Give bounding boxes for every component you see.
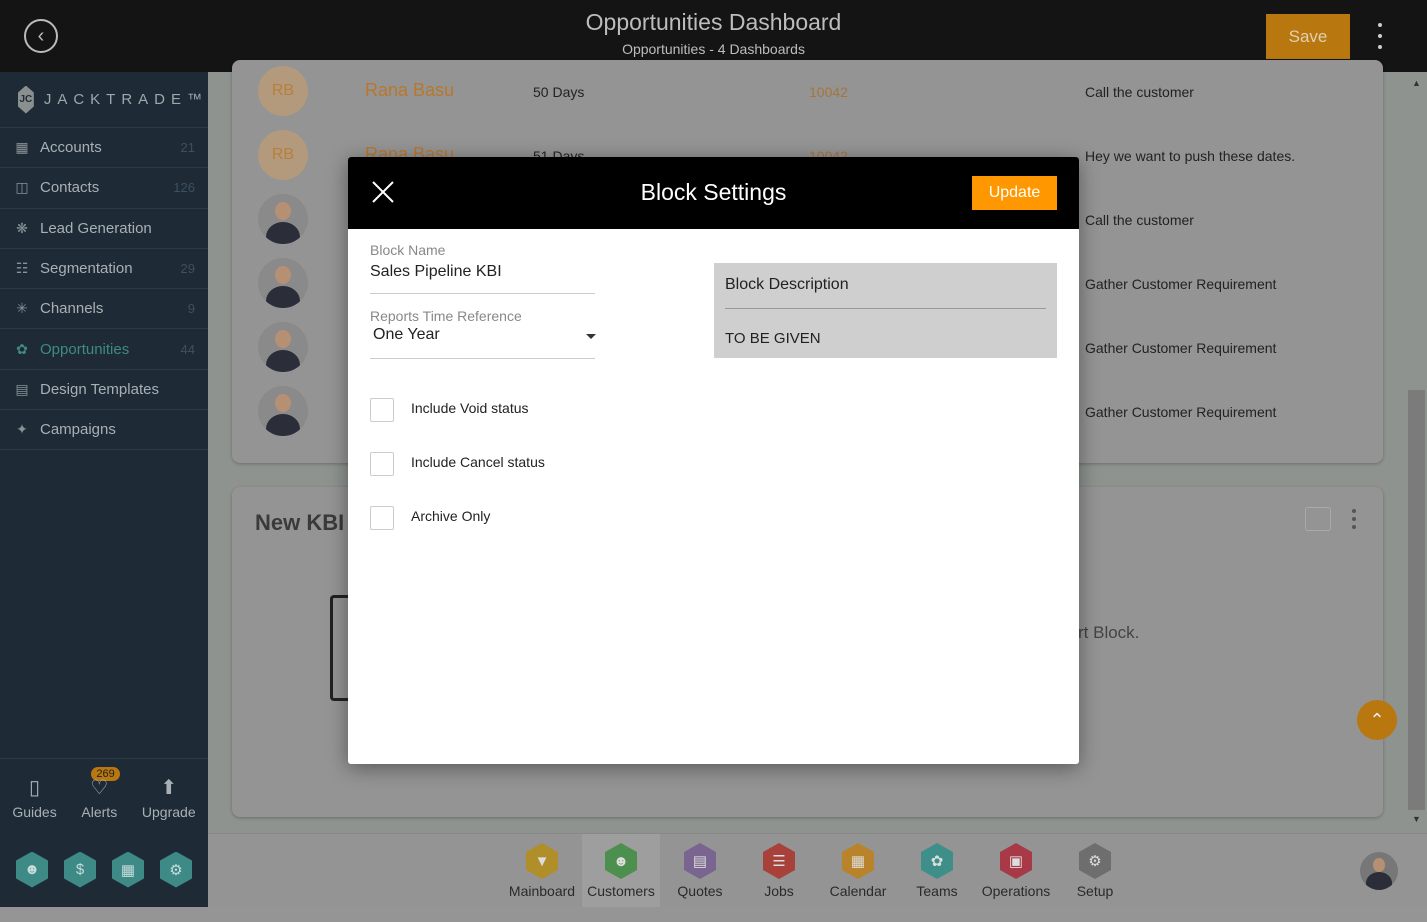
item-count: 21 [180, 140, 195, 156]
contacts-icon: ◫ [15, 179, 29, 196]
user-icon[interactable]: ☻ [16, 851, 48, 888]
scroll-to-top-button[interactable]: ⌃ [1357, 700, 1397, 740]
app-calendar[interactable]: ▦ Calendar [819, 834, 897, 907]
time-reference-label: Reports Time Reference [370, 308, 522, 324]
days: 50 Days [533, 84, 585, 100]
sidebar-item-contacts[interactable]: ◫ Contacts 126 [0, 168, 208, 209]
include-cancel-checkbox[interactable] [370, 452, 394, 476]
description-value: TO BE GIVEN [725, 330, 821, 347]
jobs-icon: ☰ [763, 843, 795, 879]
segmentation-icon: ☷ [15, 260, 29, 277]
book-icon: ▯ [29, 777, 41, 799]
upgrade-button[interactable]: ⬆ Upgrade [142, 775, 196, 820]
dropdown-arrow-icon[interactable] [586, 334, 596, 339]
include-void-checkbox[interactable] [370, 398, 394, 422]
bell-icon: ♡ [90, 777, 109, 799]
sidebar-item-opportunities[interactable]: ✿ Opportunities 44 [0, 329, 208, 370]
sidebar-item-design-templates[interactable]: ▤ Design Templates [0, 370, 208, 411]
save-button[interactable]: Save [1266, 14, 1350, 59]
item-count: 126 [173, 180, 195, 196]
teams-icon: ✿ [921, 843, 953, 879]
avatar [258, 386, 308, 436]
table-row[interactable]: RB Rana Basu 50 Days 10042 Call the customer [232, 60, 1382, 124]
app-jobs[interactable]: ☰ Jobs [740, 834, 818, 907]
money-icon[interactable]: ▦ [112, 851, 144, 888]
include-cancel-label: Include Cancel status [411, 454, 545, 470]
archive-only-checkbox[interactable] [370, 506, 394, 530]
campaign-icon: ✦ [16, 421, 28, 438]
sidebar-item-accounts[interactable]: ▦ Accounts 21 [0, 128, 208, 169]
app-bar: ▼ Mainboard ☻ Customers ▤ Quotes ☰ Jobs ▦ Calenda… [208, 833, 1427, 907]
calendar-icon: ▦ [842, 843, 874, 879]
app-quotes[interactable]: ▤ Quotes [661, 834, 739, 907]
lead-icon: ❋ [16, 219, 28, 236]
note: Gather Customer Requirement [1085, 404, 1277, 420]
avatar [258, 258, 308, 308]
note: Gather Customer Requirement [1085, 276, 1277, 292]
app-teams[interactable]: ✿ Teams [898, 834, 976, 907]
report-placeholder-icon [330, 595, 350, 701]
mainboard-icon: ▼ [526, 843, 558, 879]
arrow-up-icon: ⬆ [160, 777, 178, 799]
avatar: RB [258, 66, 308, 116]
avatar: RB [258, 130, 308, 180]
block-name-input[interactable]: Sales Pipeline KBI [370, 263, 502, 281]
avatar [258, 322, 308, 372]
template-icon: ▤ [15, 380, 29, 397]
quotes-icon: ▤ [684, 843, 716, 879]
page-subtitle: Opportunities - 4 Dashboards [622, 41, 805, 57]
app-operations[interactable]: ▣ Operations [977, 834, 1055, 907]
item-count: 9 [187, 301, 195, 317]
user-avatar[interactable] [1360, 852, 1398, 890]
item-count: 29 [180, 261, 195, 277]
page-title: Opportunities Dashboard [585, 9, 842, 35]
empty-message: rt Block. [1078, 623, 1140, 642]
customers-icon: ☻ [605, 843, 637, 879]
description-label: Block Description [725, 276, 849, 293]
item-count: 44 [180, 341, 195, 357]
chevron-up-icon: ⌃ [1369, 709, 1385, 730]
setup-icon: ⚙ [1079, 843, 1111, 879]
app-mainboard[interactable]: ▼ Mainboard [503, 834, 581, 907]
block-description[interactable]: Block Description TO BE GIVEN [714, 263, 1057, 358]
block-name-label: Block Name [370, 242, 446, 258]
opportunities-icon: ✿ [16, 340, 28, 357]
archive-only-label: Archive Only [411, 508, 491, 524]
kbi-title: New KBI [255, 510, 345, 535]
opportunity-id[interactable]: 10042 [809, 84, 848, 100]
logo: JC JACKTRADE™ [0, 72, 208, 128]
note: Call the customer [1085, 84, 1194, 100]
modal-title: Block Settings [640, 179, 787, 205]
sidebar-item-segmentation[interactable]: ☷ Segmentation 29 [0, 249, 208, 290]
note: Call the customer [1085, 212, 1194, 228]
note: Hey we want to push these dates. [1085, 148, 1296, 164]
sidebar-item-campaigns[interactable]: ✦ Campaigns [0, 410, 208, 451]
app-setup[interactable]: ⚙ Setup [1056, 834, 1134, 907]
update-button[interactable]: Update [972, 176, 1057, 210]
alerts-button[interactable]: 269 ♡ Alerts [81, 767, 120, 820]
list-icon[interactable] [1305, 507, 1331, 531]
note: Gather Customer Requirement [1085, 340, 1277, 356]
card-options-icon[interactable] [1352, 509, 1356, 529]
guides-button[interactable]: ▯ Guides [12, 775, 56, 820]
operations-icon: ▣ [1000, 843, 1032, 879]
sidebar-item-channels[interactable]: ✳ Channels 9 [0, 289, 208, 330]
app-customers[interactable]: ☻ Customers [582, 834, 660, 907]
contact-name[interactable]: Rana Basu [365, 80, 454, 101]
include-void-label: Include Void status [411, 400, 529, 416]
time-reference-select[interactable]: One Year [373, 326, 440, 344]
more-options-icon[interactable] [1370, 20, 1390, 52]
workflow-icon[interactable]: ⚙ [160, 851, 192, 888]
block-settings-modal: Block Settings Update Block Name Sales P… [348, 157, 1079, 764]
building-icon: ▦ [15, 139, 29, 156]
scrollbar[interactable]: ▲ ▼ [1407, 72, 1427, 832]
sidebar: JC JACKTRADE™ ▦ Accounts 21 ◫ Contacts 126 ❋ Lea… [0, 72, 208, 907]
avatar [258, 194, 308, 244]
channels-icon: ✳ [16, 300, 28, 317]
sidebar-item-lead-generation[interactable]: ❋ Lead Generation [0, 209, 208, 249]
dollar-icon[interactable]: $ [64, 851, 96, 888]
